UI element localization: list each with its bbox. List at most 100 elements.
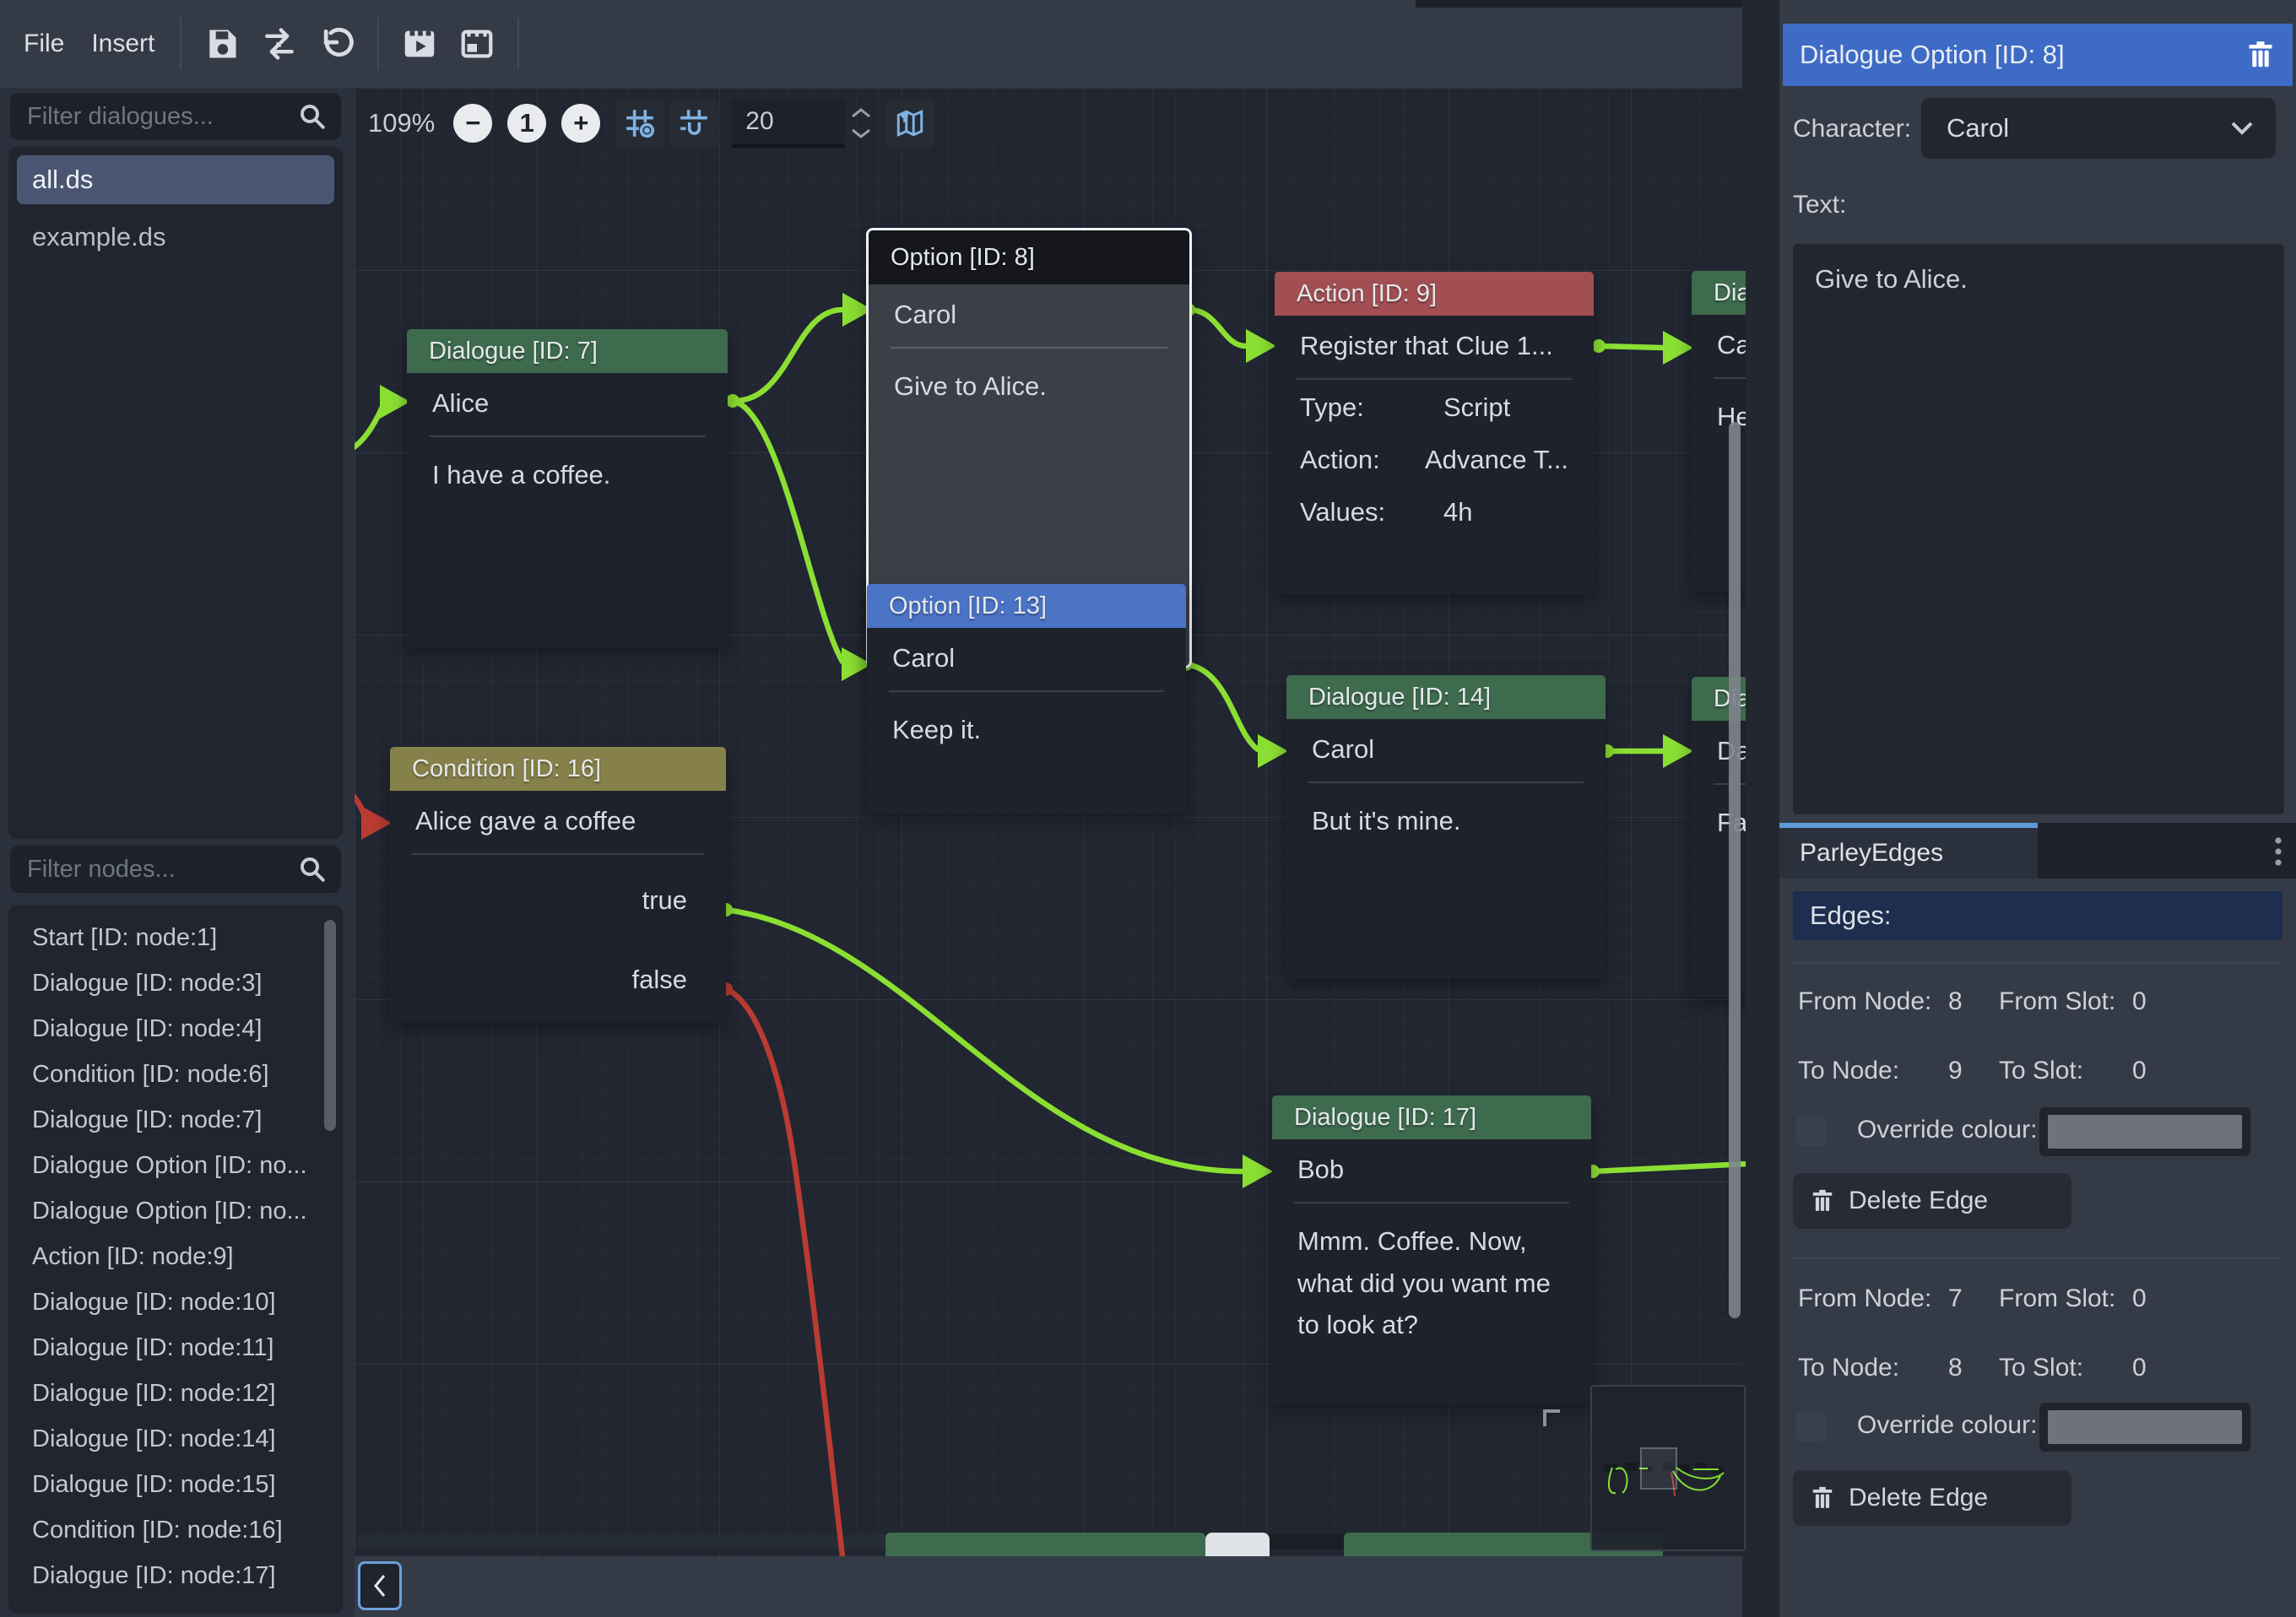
node-option-13[interactable]: Option [ID: 13] Carol Keep it. bbox=[867, 584, 1186, 814]
play-dialogue-button[interactable] bbox=[395, 19, 444, 68]
stepper-down-icon bbox=[850, 127, 872, 139]
node-list-item[interactable]: Dialogue [ID: node:15] bbox=[8, 1462, 343, 1507]
node-action-name: Register that Clue 1... bbox=[1275, 316, 1594, 376]
character-select[interactable]: Carol bbox=[1921, 98, 2276, 159]
node-condition-16[interactable]: Condition [ID: 16] Alice gave a coffee t… bbox=[390, 747, 726, 1022]
save-button[interactable] bbox=[198, 19, 246, 68]
dialogue-text-input[interactable]: Give to Alice. bbox=[1793, 244, 2284, 814]
dialogue-file-list: all.ds example.ds bbox=[8, 147, 343, 839]
chevron-down-icon bbox=[2228, 119, 2255, 138]
zoom-reset-button[interactable]: 1 bbox=[507, 104, 546, 143]
delete-node-button[interactable] bbox=[2245, 40, 2276, 70]
node-list-item[interactable]: Condition [ID: node:16] bbox=[8, 1507, 343, 1553]
node-separator bbox=[1714, 377, 1746, 379]
offscreen-node-top-selected bbox=[1205, 1533, 1270, 1556]
snap-magnet-toggle[interactable] bbox=[669, 99, 718, 148]
node-character: Ca bbox=[1692, 315, 1746, 376]
sidebar-collapse-button[interactable] bbox=[358, 1561, 402, 1610]
zoom-level: 109% bbox=[368, 108, 435, 138]
node-list-item[interactable]: Dialogue Option [ID: no... bbox=[8, 1143, 343, 1188]
node-separator bbox=[891, 347, 1167, 349]
node-false-slot: false bbox=[390, 953, 726, 1007]
override-colour-swatch[interactable] bbox=[2039, 1107, 2250, 1156]
panel-splitter[interactable] bbox=[1742, 0, 1779, 1617]
edge-row-override: Override colour: bbox=[1793, 1107, 2282, 1156]
node-list-item[interactable]: Dialogue [ID: node:14] bbox=[8, 1416, 343, 1462]
filter-nodes-input[interactable] bbox=[10, 846, 341, 893]
node-list-item[interactable]: Dialogue [ID: node:17] bbox=[8, 1553, 343, 1598]
node-action-type: Type: Script bbox=[1275, 381, 1594, 434]
node-list-item[interactable]: Dialogue [ID: node:4] bbox=[8, 1006, 343, 1052]
node-condition: Alice gave a coffee bbox=[390, 791, 726, 852]
node-action-9[interactable]: Action [ID: 9] Register that Clue 1... T… bbox=[1275, 272, 1594, 594]
text-label: Text: bbox=[1793, 191, 1846, 219]
file-item-example-ds[interactable]: example.ds bbox=[17, 213, 334, 262]
trash-icon bbox=[1810, 1485, 1835, 1511]
node-resize-handle[interactable] bbox=[1543, 1409, 1560, 1426]
node-list-item[interactable]: Dialogue [ID: node:7] bbox=[8, 1097, 343, 1143]
node-dialogue-17[interactable]: Dialogue [ID: 17] Bob Mmm. Coffee. Now, … bbox=[1272, 1095, 1591, 1404]
tab-menu-button[interactable] bbox=[2272, 835, 2284, 868]
node-character: Carol bbox=[869, 284, 1189, 345]
graph-vertical-scrollbar[interactable] bbox=[1729, 422, 1741, 1318]
search-icon bbox=[297, 854, 328, 884]
node-header[interactable]: Option [ID: 8] bbox=[869, 230, 1189, 284]
node-list-item[interactable]: Dialogue [ID: node:3] bbox=[8, 960, 343, 1006]
inspector-panel: Dialogue Option [ID: 8] Character: Carol… bbox=[1779, 0, 2296, 1617]
chevron-left-icon bbox=[369, 1571, 391, 1600]
snap-distance-input[interactable] bbox=[732, 99, 845, 148]
zoom-out-button[interactable]: − bbox=[453, 104, 492, 143]
node-header[interactable]: Dialogue [ID: 17] bbox=[1272, 1095, 1591, 1139]
top-edge-shadow bbox=[1416, 0, 1742, 8]
snap-distance-stepper[interactable] bbox=[850, 107, 872, 139]
minimap-viewport[interactable] bbox=[1640, 1447, 1677, 1490]
override-colour-checkbox[interactable] bbox=[1796, 1116, 1827, 1146]
override-colour-swatch[interactable] bbox=[2039, 1403, 2250, 1452]
edges-separator bbox=[1793, 1257, 2282, 1259]
file-item-all-ds[interactable]: all.ds bbox=[17, 155, 334, 204]
node-separator bbox=[412, 853, 704, 855]
to-node-value: 9 bbox=[1948, 1057, 1999, 1085]
menu-insert[interactable]: Insert bbox=[78, 0, 168, 88]
inspector-title: Dialogue Option [ID: 8] bbox=[1800, 40, 2065, 70]
undo-button[interactable] bbox=[312, 19, 361, 68]
node-separator bbox=[889, 690, 1164, 692]
filter-dialogues-input[interactable] bbox=[10, 93, 341, 140]
tab-parley-edges[interactable]: ParleyEdges bbox=[1779, 823, 2038, 879]
node-list-item[interactable]: Action [ID: node:9] bbox=[8, 1234, 343, 1279]
node-text: Mmm. Coffee. Now, what did you want me t… bbox=[1272, 1205, 1591, 1361]
toolbar-separator bbox=[517, 18, 519, 70]
node-list-item[interactable]: Dialogue [ID: node:12] bbox=[8, 1371, 343, 1416]
node-text: Keep it. bbox=[867, 694, 1186, 766]
override-colour-checkbox[interactable] bbox=[1796, 1411, 1827, 1441]
edge-row-override: Override colour: bbox=[1793, 1403, 2282, 1452]
delete-edge-button[interactable]: Delete Edge bbox=[1793, 1470, 2071, 1526]
import-export-button[interactable] bbox=[255, 19, 304, 68]
dialogue-sidebar: all.ds example.ds Start [ID: node:1] Dia… bbox=[0, 88, 355, 1617]
from-slot-value: 0 bbox=[2132, 987, 2147, 1016]
node-header[interactable]: Option [ID: 13] bbox=[867, 584, 1186, 628]
new-dialogue-button[interactable] bbox=[452, 19, 501, 68]
node-header[interactable]: Condition [ID: 16] bbox=[390, 747, 726, 791]
node-list-scrollbar[interactable] bbox=[324, 920, 336, 1131]
node-dialogue-14[interactable]: Dialogue [ID: 14] Carol But it's mine. bbox=[1286, 675, 1606, 979]
zoom-in-button[interactable]: + bbox=[561, 104, 600, 143]
override-colour-label: Override colour: bbox=[1857, 1116, 2037, 1144]
node-list-item[interactable]: Start [ID: node:1] bbox=[8, 915, 343, 960]
node-dialogue-7[interactable]: Dialogue [ID: 7] Alice I have a coffee. bbox=[407, 329, 728, 648]
node-header[interactable]: Dialogue [ID: 14] bbox=[1286, 675, 1606, 719]
node-list-item[interactable]: Dialogue [ID: node:10] bbox=[8, 1279, 343, 1325]
graph-canvas[interactable]: 109% − 1 + Dialogue [ID: 7] Alice I have… bbox=[355, 88, 1746, 1556]
minimap[interactable] bbox=[1590, 1385, 1746, 1551]
node-header[interactable]: Dial bbox=[1692, 271, 1746, 315]
node-list-item[interactable]: Condition [ID: node:6] bbox=[8, 1052, 343, 1097]
node-list-item[interactable]: Dialogue Option [ID: no... bbox=[8, 1188, 343, 1234]
node-header[interactable]: Dialogue [ID: 7] bbox=[407, 329, 728, 373]
minimap-toggle[interactable] bbox=[885, 99, 934, 148]
menu-file[interactable]: File bbox=[10, 0, 78, 88]
delete-edge-button[interactable]: Delete Edge bbox=[1793, 1173, 2071, 1229]
snap-grid-toggle[interactable] bbox=[615, 99, 664, 148]
node-list-item[interactable]: Dialogue [ID: node:11] bbox=[8, 1325, 343, 1371]
node-header[interactable]: Action [ID: 9] bbox=[1275, 272, 1594, 316]
play-dialogue-icon bbox=[400, 24, 439, 63]
